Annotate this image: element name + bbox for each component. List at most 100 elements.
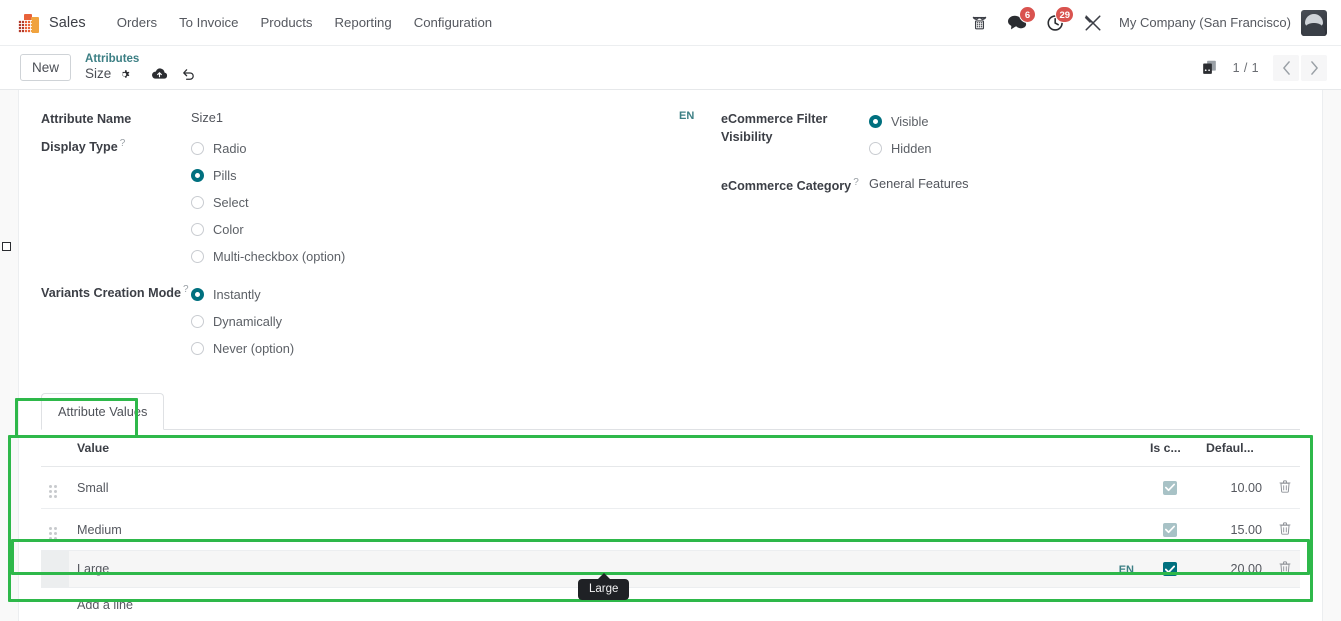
- cell-delete[interactable]: [1270, 466, 1300, 510]
- radio-display-type-radio[interactable]: Radio: [191, 135, 345, 162]
- label-ecommerce-category-text: eCommerce Category: [721, 179, 852, 194]
- gear-icon[interactable]: [118, 68, 131, 81]
- field-ecommerce-filter-visibility: eCommerce Filter Visibility Visible Hidd…: [721, 108, 1300, 162]
- sales-app-icon[interactable]: [18, 12, 40, 34]
- new-button[interactable]: New: [20, 53, 72, 82]
- control-panel: New Attributes Size 1 / 1: [0, 46, 1341, 90]
- radio-label: Multi-checkbox (option): [213, 249, 346, 265]
- value-attribute-name[interactable]: Size1: [191, 108, 223, 125]
- cell-lang: [1100, 466, 1142, 510]
- radio-variants-never[interactable]: Never (option): [191, 335, 294, 362]
- breadcrumb-attributes[interactable]: Attributes: [85, 53, 196, 66]
- help-icon-ecommerce-category[interactable]: ?: [853, 177, 859, 188]
- navbar-systray: 6 29 My Company (San Francisco): [961, 5, 1327, 38]
- cell-default-extra-price[interactable]: 15.00: [1198, 508, 1270, 552]
- radio-display-type-pills[interactable]: Pills: [191, 162, 345, 189]
- pager-next-button[interactable]: [1301, 54, 1327, 81]
- radio-indicator: [191, 342, 204, 356]
- field-display-type: Display Type? Radio Pills Select Color M…: [41, 135, 661, 270]
- drag-handle-icon[interactable]: [49, 527, 57, 541]
- trash-icon[interactable]: [1279, 522, 1291, 538]
- menu-products[interactable]: Products: [249, 11, 323, 34]
- messages-button[interactable]: 6: [998, 5, 1037, 38]
- radio-variants-dynamically[interactable]: Dynamically: [191, 308, 294, 335]
- apps-tools-button[interactable]: [1075, 8, 1111, 38]
- product-variants-icon[interactable]: [1200, 58, 1219, 77]
- cell-is-custom[interactable]: [1142, 466, 1198, 510]
- radio-indicator: [191, 250, 204, 264]
- add-a-line-button[interactable]: Add a line: [69, 587, 1300, 621]
- tab-attribute-values[interactable]: Attribute Values: [41, 393, 165, 431]
- breadcrumb-current-size: Size: [85, 66, 112, 82]
- radio-visibility-visible[interactable]: Visible: [869, 108, 932, 135]
- voip-phone-button[interactable]: [961, 8, 998, 38]
- trash-icon[interactable]: [1279, 561, 1291, 577]
- th-handle: [41, 430, 69, 468]
- menu-configuration[interactable]: Configuration: [403, 11, 503, 34]
- form-column-left: Attribute Name Size1 Display Type? Radio: [41, 108, 661, 369]
- row-language-badge-en[interactable]: EN: [1119, 564, 1134, 576]
- cell-is-custom[interactable]: [1142, 550, 1198, 589]
- radio-label: Color: [213, 222, 244, 238]
- cell-default-extra-price[interactable]: 20.00: [1198, 550, 1270, 589]
- th-lang: [1100, 430, 1142, 468]
- pager-previous-button[interactable]: [1273, 54, 1299, 81]
- radio-display-type-multi-checkbox[interactable]: Multi-checkbox (option): [191, 243, 345, 270]
- app-name-sales[interactable]: Sales: [49, 15, 86, 31]
- th-value[interactable]: Value: [69, 430, 1100, 468]
- radio-group-variants-creation-mode: Instantly Dynamically Never (option): [191, 281, 294, 362]
- radio-indicator: [191, 169, 204, 183]
- menu-reporting[interactable]: Reporting: [324, 11, 403, 34]
- activities-button[interactable]: 29: [1037, 5, 1075, 38]
- table-row-active[interactable]: Large EN 20.00: [41, 550, 1300, 589]
- cell-delete[interactable]: [1270, 550, 1300, 589]
- pager-value: 1 / 1: [1232, 60, 1259, 75]
- th-is-custom[interactable]: Is c...: [1142, 430, 1198, 468]
- value-ecommerce-category[interactable]: General Features: [869, 174, 969, 191]
- help-icon-display-type[interactable]: ?: [120, 138, 126, 149]
- user-avatar[interactable]: [1301, 9, 1327, 36]
- cell-drag-handle[interactable]: [41, 466, 69, 510]
- is-custom-checkbox[interactable]: [1163, 562, 1177, 576]
- cell-drag-handle[interactable]: [41, 508, 69, 552]
- cloud-save-icon[interactable]: [151, 67, 168, 81]
- cell-is-custom[interactable]: [1142, 508, 1198, 552]
- table-row[interactable]: Small 10.00: [41, 466, 1300, 510]
- drag-handle-icon[interactable]: [49, 485, 57, 499]
- radio-label: Select: [213, 195, 249, 211]
- cell-delete[interactable]: [1270, 508, 1300, 552]
- radio-group-ecommerce-visibility: Visible Hidden: [869, 108, 932, 162]
- menu-to-invoice[interactable]: To Invoice: [168, 11, 249, 34]
- left-edge-handle[interactable]: [2, 242, 11, 251]
- undo-discard-icon[interactable]: [181, 67, 196, 82]
- trash-icon[interactable]: [1279, 480, 1291, 496]
- table-row[interactable]: Medium 15.00: [41, 508, 1300, 552]
- attribute-values-table: Value Is c... Defaul... Small 10.00 Medi…: [41, 430, 1300, 621]
- help-icon-variants-creation-mode[interactable]: ?: [183, 284, 189, 295]
- radio-indicator: [191, 223, 204, 237]
- radio-visibility-hidden[interactable]: Hidden: [869, 135, 932, 162]
- record-actions: [151, 67, 196, 82]
- radio-indicator: [191, 288, 204, 302]
- company-name[interactable]: My Company (San Francisco): [1111, 15, 1301, 30]
- cell-add-line-spacer: [41, 587, 69, 621]
- radio-variants-instantly[interactable]: Instantly: [191, 281, 294, 308]
- cell-default-extra-price[interactable]: 10.00: [1198, 466, 1270, 510]
- cell-value[interactable]: Medium: [69, 508, 1100, 552]
- breadcrumb: Attributes Size: [85, 53, 196, 82]
- label-variants-creation-mode: Variants Creation Mode?: [41, 281, 191, 302]
- table-row-add-line[interactable]: Add a line: [41, 587, 1300, 621]
- menu-orders[interactable]: Orders: [106, 11, 168, 34]
- row-tooltip: Large: [578, 573, 630, 600]
- cell-lang-badge[interactable]: EN: [1100, 550, 1142, 589]
- is-custom-checkbox[interactable]: [1163, 522, 1177, 537]
- radio-display-type-color[interactable]: Color: [191, 216, 345, 243]
- language-badge-en[interactable]: EN: [679, 110, 694, 122]
- radio-display-type-select[interactable]: Select: [191, 189, 345, 216]
- form-sheet-background: Attribute Name Size1 Display Type? Radio: [0, 90, 1341, 621]
- th-default-extra-price[interactable]: Defaul...: [1198, 430, 1270, 468]
- form-columns: Attribute Name Size1 Display Type? Radio: [41, 108, 1300, 369]
- phone-icon: [972, 16, 987, 30]
- cell-value[interactable]: Small: [69, 466, 1100, 510]
- is-custom-checkbox[interactable]: [1163, 480, 1177, 495]
